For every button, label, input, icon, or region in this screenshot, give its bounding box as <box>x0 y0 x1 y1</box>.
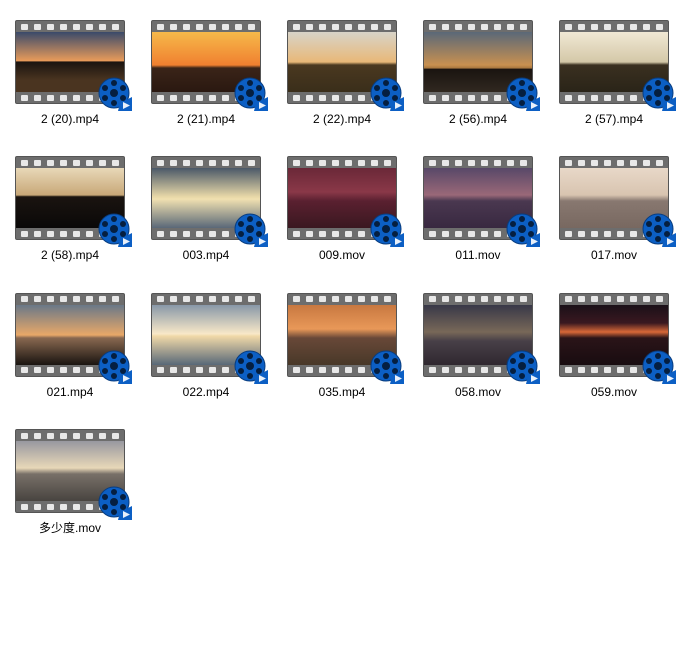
file-item[interactable]: 021.mp4 <box>10 293 130 399</box>
video-overlay-icon <box>640 211 676 247</box>
file-item[interactable]: 2 (22).mp4 <box>282 20 402 126</box>
video-overlay-icon <box>96 75 132 111</box>
file-item[interactable]: 2 (21).mp4 <box>146 20 266 126</box>
video-thumbnail[interactable] <box>151 20 261 104</box>
video-thumbnail[interactable] <box>151 293 261 377</box>
file-name-label: 2 (56).mp4 <box>449 112 507 126</box>
video-overlay-icon <box>640 75 676 111</box>
video-thumbnail[interactable] <box>559 156 669 240</box>
file-name-label: 021.mp4 <box>47 385 94 399</box>
video-overlay-icon <box>96 484 132 520</box>
file-name-label: 2 (21).mp4 <box>177 112 235 126</box>
file-name-label: 017.mov <box>591 248 637 262</box>
file-name-label: 035.mp4 <box>319 385 366 399</box>
file-name-label: 009.mov <box>319 248 365 262</box>
file-item[interactable]: 035.mp4 <box>282 293 402 399</box>
file-item[interactable]: 059.mov <box>554 293 674 399</box>
video-overlay-icon <box>504 348 540 384</box>
file-name-label: 011.mov <box>455 248 500 262</box>
file-name-label: 多少度.mov <box>39 521 101 535</box>
video-overlay-icon <box>368 348 404 384</box>
video-thumbnail[interactable] <box>287 156 397 240</box>
file-item[interactable]: 017.mov <box>554 156 674 262</box>
file-item[interactable]: 011.mov <box>418 156 538 262</box>
file-name-label: 058.mov <box>455 385 501 399</box>
video-overlay-icon <box>368 75 404 111</box>
file-item[interactable]: 2 (20).mp4 <box>10 20 130 126</box>
video-thumbnail[interactable] <box>423 156 533 240</box>
file-item[interactable]: 多少度.mov <box>10 429 130 535</box>
video-thumbnail[interactable] <box>559 20 669 104</box>
file-name-label: 059.mov <box>591 385 637 399</box>
video-thumbnail[interactable] <box>151 156 261 240</box>
video-overlay-icon <box>640 348 676 384</box>
video-overlay-icon <box>504 211 540 247</box>
video-overlay-icon <box>504 75 540 111</box>
file-item[interactable]: 009.mov <box>282 156 402 262</box>
file-name-label: 2 (58).mp4 <box>41 248 99 262</box>
file-name-label: 2 (57).mp4 <box>585 112 643 126</box>
file-item[interactable]: 022.mp4 <box>146 293 266 399</box>
video-overlay-icon <box>232 211 268 247</box>
video-thumbnail[interactable] <box>15 156 125 240</box>
video-thumbnail[interactable] <box>423 293 533 377</box>
video-thumbnail[interactable] <box>15 293 125 377</box>
file-name-label: 003.mp4 <box>183 248 230 262</box>
video-overlay-icon <box>96 211 132 247</box>
file-item[interactable]: 058.mov <box>418 293 538 399</box>
video-overlay-icon <box>96 348 132 384</box>
file-name-label: 022.mp4 <box>183 385 230 399</box>
video-thumbnail[interactable] <box>559 293 669 377</box>
video-thumbnail[interactable] <box>287 293 397 377</box>
video-thumbnail[interactable] <box>15 20 125 104</box>
files-grid: 2 (20).mp4 2 (21).mp4 2 (22).mp4 2 (56).mp4… <box>10 20 690 536</box>
video-overlay-icon <box>368 211 404 247</box>
file-name-label: 2 (20).mp4 <box>41 112 99 126</box>
file-item[interactable]: 003.mp4 <box>146 156 266 262</box>
video-overlay-icon <box>232 348 268 384</box>
video-overlay-icon <box>232 75 268 111</box>
file-item[interactable]: 2 (56).mp4 <box>418 20 538 126</box>
file-item[interactable]: 2 (57).mp4 <box>554 20 674 126</box>
file-item[interactable]: 2 (58).mp4 <box>10 156 130 262</box>
video-thumbnail[interactable] <box>423 20 533 104</box>
file-name-label: 2 (22).mp4 <box>313 112 371 126</box>
video-thumbnail[interactable] <box>15 429 125 513</box>
video-thumbnail[interactable] <box>287 20 397 104</box>
